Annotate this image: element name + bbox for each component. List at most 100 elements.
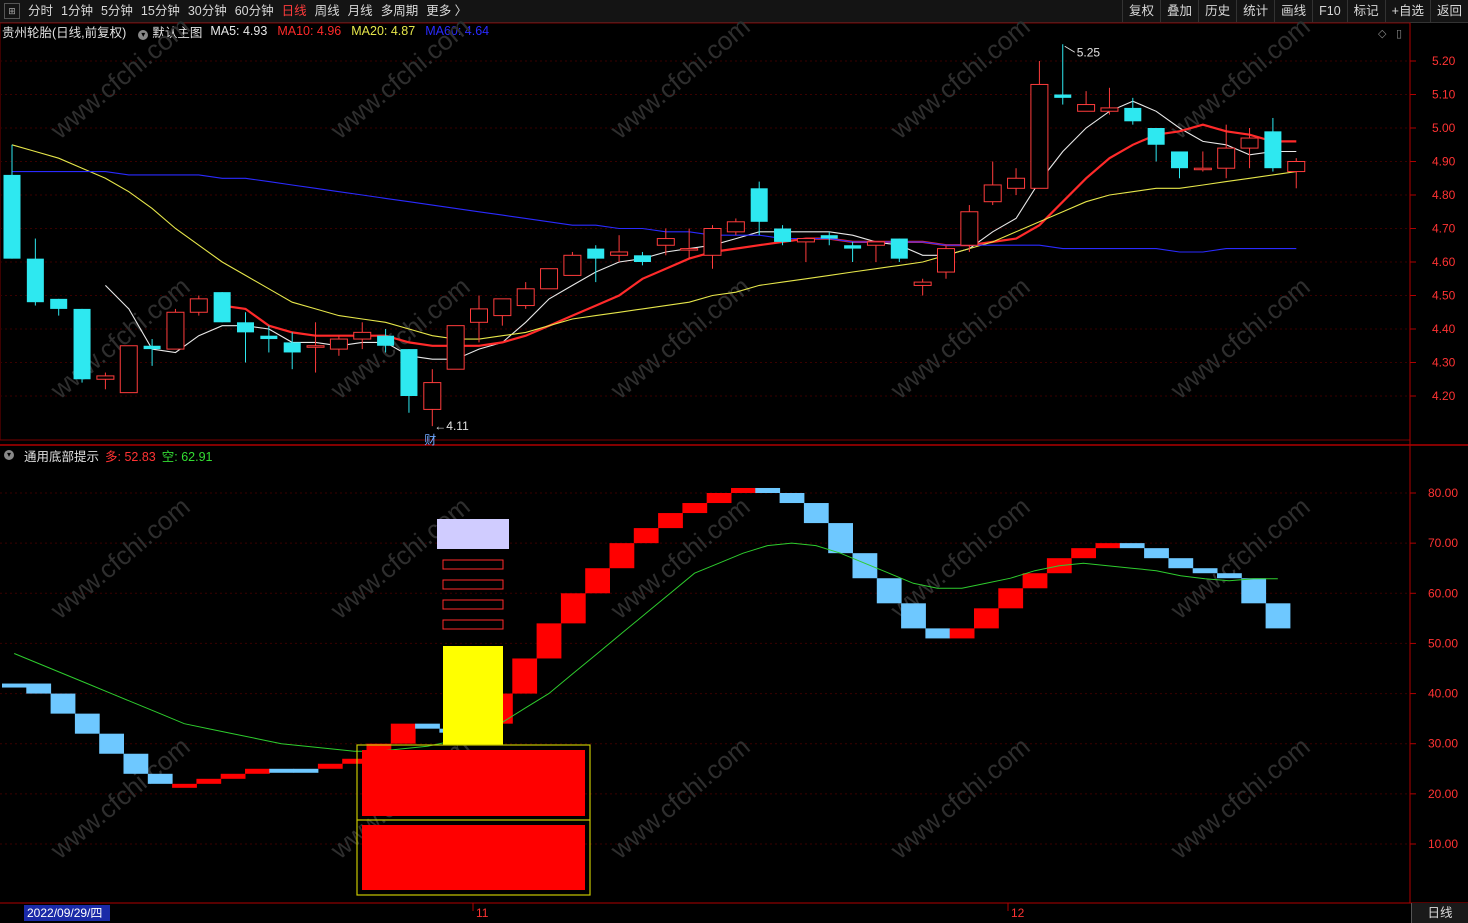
indicator-step [245, 768, 270, 774]
candle-body [1287, 161, 1306, 173]
candle-body [1171, 151, 1188, 169]
indicator-step [658, 513, 683, 529]
candle-body [563, 254, 582, 276]
indicator-step [876, 578, 902, 604]
high-marker [1064, 45, 1076, 53]
candle-body [189, 298, 208, 313]
indicator-step [1265, 603, 1291, 629]
candle-body [820, 235, 838, 239]
chart-canvas[interactable]: www.cfchi.com www.cfchi.com www.cfchi.com w… [0, 0, 1468, 923]
price-tick-label: 4.80 [1432, 188, 1456, 202]
candle-body [1147, 128, 1165, 145]
candle-body [540, 268, 559, 290]
price-tick-label: 4.50 [1432, 289, 1456, 303]
signal-outline-bar [442, 579, 504, 590]
month-label: 12 [1011, 906, 1025, 920]
ma-line-ma60 [12, 171, 1297, 253]
indicator-tick-label: 40.00 [1428, 687, 1458, 701]
price-tick-label: 5.10 [1432, 88, 1456, 102]
indicator-step [731, 487, 756, 493]
month-label: 11 [476, 906, 489, 920]
period-status[interactable]: 日线 [1411, 903, 1468, 923]
candle-body [774, 228, 792, 242]
indicator-step [852, 553, 878, 579]
candle-body [1217, 147, 1236, 169]
candle-body [1077, 104, 1096, 112]
watermark-text: www.cfchi.com [604, 11, 756, 145]
candle-body [26, 258, 44, 303]
indicator-tick-label: 70.00 [1428, 536, 1458, 550]
indicator-step [196, 778, 222, 784]
price-tick-label: 4.20 [1432, 389, 1456, 403]
indicator-step [50, 693, 76, 714]
indicator-step [682, 503, 708, 514]
candle-body [237, 322, 254, 333]
indicator-step [1168, 558, 1194, 569]
diamond-icon: ◇ [1378, 27, 1387, 40]
indicator-step [1241, 578, 1267, 604]
watermark-text: www.cfchi.com [1164, 271, 1316, 405]
indicator-step [147, 773, 173, 784]
indicator-step [172, 783, 197, 788]
candle-body [866, 241, 885, 246]
price-tick-label: 5.20 [1432, 54, 1456, 68]
candle-body [913, 281, 932, 286]
indicator-step [1192, 568, 1218, 574]
candle-body [633, 255, 651, 262]
indicator-step [512, 658, 538, 694]
signal-top-block [437, 519, 509, 549]
candle-body [1054, 94, 1072, 98]
indicator-tick-label: 30.00 [1428, 737, 1458, 751]
signal-outline-bar [442, 619, 504, 630]
signal-red-block-lower [362, 825, 585, 890]
indicator-step [220, 773, 246, 779]
candle-body [1007, 177, 1026, 189]
candle-body [703, 228, 722, 256]
candle-body [937, 248, 955, 273]
indicator-step [803, 503, 829, 524]
indicator-step [99, 733, 124, 754]
indicator-tick-label: 80.00 [1428, 486, 1458, 500]
watermark-text: www.cfchi.com [884, 11, 1036, 145]
candle-body [283, 342, 301, 353]
candle-body [213, 292, 231, 323]
candle-body [1030, 83, 1049, 189]
indicator-step [536, 623, 562, 659]
candle-body [119, 345, 138, 394]
indicator-step [998, 588, 1024, 609]
watermark-text: www.cfchi.com [324, 11, 476, 145]
indicator-step [1095, 543, 1121, 549]
candle-body [610, 251, 629, 256]
watermark-text: www.cfchi.com [324, 491, 476, 625]
signal-outline-bar [442, 599, 504, 610]
candle-body [983, 184, 1002, 203]
candle-body [656, 238, 675, 246]
indicator-step [779, 493, 805, 504]
candle-body [680, 248, 699, 251]
candle-body [3, 174, 21, 259]
candle-body [377, 335, 395, 346]
candle-body [750, 188, 768, 222]
candle-body [1264, 131, 1282, 169]
watermark-text: www.cfchi.com [884, 271, 1036, 405]
watermark-text: www.cfchi.com [884, 731, 1036, 865]
indicator-step [390, 723, 416, 744]
candle-body [73, 308, 91, 380]
signal-outline-bar [442, 559, 504, 570]
candle-body [446, 325, 465, 370]
event-marker: 财 [424, 433, 436, 447]
candle-body [844, 245, 862, 249]
watermark-text: www.cfchi.com [44, 491, 196, 625]
candle-body [1124, 107, 1142, 122]
cursor-date-label: 2022/09/29/四 [27, 906, 102, 920]
signal-red-block-upper [362, 750, 585, 816]
indicator-step [2, 683, 27, 688]
indicator-step [949, 628, 975, 639]
indicator-step [1022, 573, 1048, 589]
candle-body [960, 211, 979, 246]
indicator-tick-label: 20.00 [1428, 787, 1458, 801]
indicator-tick-label: 10.00 [1428, 837, 1458, 851]
price-tick-label: 4.70 [1432, 222, 1456, 236]
indicator-step [633, 528, 659, 544]
collapse-icon: ▯ [1396, 27, 1402, 40]
